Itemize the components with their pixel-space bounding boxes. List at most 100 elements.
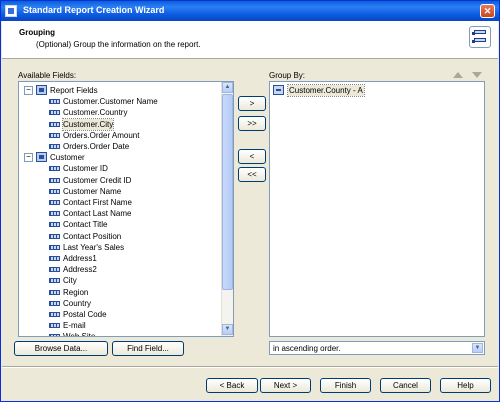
field-icon [49,211,60,217]
tree-item-label: E-mail [63,321,86,331]
tree-item-label: Postal Code [63,310,107,319]
field-icon [49,334,60,336]
tree-folder[interactable]: − Report Fields [19,85,221,96]
tree-field[interactable]: Address2 [19,264,221,275]
tree-item-label: Last Year's Sales [63,242,125,252]
field-icon [49,300,60,306]
tree-field[interactable]: E-mail [19,320,221,331]
cancel-button[interactable]: Cancel [380,378,431,393]
field-icon [49,323,60,329]
field-icon [49,312,60,317]
tree-item-label: Region [63,287,89,297]
help-button[interactable]: Help [440,378,491,393]
field-icon [49,244,60,250]
title-bar: Standard Report Creation Wizard ✕ [1,1,499,21]
tree-field[interactable]: Orders.Order Date [19,141,221,152]
tree-field[interactable]: City [19,275,221,286]
available-fields-label: Available Fields: [18,71,77,80]
grouping-icon [469,26,491,48]
sort-order-select[interactable]: in ascending order. ▼ [269,341,485,355]
tree-item-label: Orders.Order Date [63,142,130,151]
tree-field[interactable]: Contact Position [19,231,221,242]
tree-item-label: Web Site [63,332,96,337]
tree-field[interactable]: Country [19,298,221,309]
close-button[interactable]: ✕ [480,4,495,18]
footer-divider [2,366,498,368]
tree-item-label: Customer.Country [63,108,128,118]
browse-data-button[interactable]: Browse Data... [14,341,108,356]
move-down-icon[interactable] [472,72,482,78]
back-button[interactable]: < Back [206,378,258,393]
window-title: Standard Report Creation Wizard [23,5,165,15]
tree-field[interactable]: Orders.Order Amount [19,130,221,141]
tree-item-label: Contact Last Name [63,209,132,219]
tree-field[interactable]: Contact Last Name [19,208,221,219]
tree-field[interactable]: Customer Name [19,186,221,197]
tree-item-label: Address2 [63,265,97,275]
group-field-icon [273,85,284,95]
tree-field[interactable]: Region [19,287,221,298]
group-by-list[interactable]: Customer.County - A [269,81,485,337]
field-icon [49,110,60,116]
tree-field[interactable]: Customer.Country [19,107,221,118]
collapse-icon[interactable]: − [24,153,33,163]
field-icon [49,188,60,194]
tree-item-label: Customer.Customer Name [63,97,158,107]
tree-field[interactable]: Last Year's Sales [19,242,221,253]
tree-item-label: City [63,276,77,286]
tree-item-label: Customer [50,153,85,163]
tree-field[interactable]: Web Site [19,331,221,337]
group-by-label: Group By: [269,71,306,80]
tree-item-label: Country [63,298,92,308]
tree-field[interactable]: Contact Title [19,219,221,230]
app-icon [5,5,17,17]
tree-item-label: Address1 [63,254,97,263]
tree-field[interactable]: Customer ID [19,163,221,174]
wizard-window: Standard Report Creation Wizard ✕ Groupi… [0,0,500,402]
add-all-fields-button[interactable]: >> [238,116,266,131]
finish-button[interactable]: Finish [320,378,371,393]
tree-field[interactable]: Postal Code [19,309,221,320]
tree-item-label: Contact First Name [63,198,132,207]
scroll-down-icon[interactable]: ▼ [222,324,233,335]
tree-field[interactable]: Customer Credit ID [19,175,221,186]
collapse-icon[interactable]: − [24,86,33,95]
scroll-thumb[interactable] [222,94,233,290]
page-subtitle: (Optional) Group the information on the … [36,40,201,49]
field-icon [49,177,60,183]
tree-field[interactable]: Contact First Name [19,197,221,208]
table-icon [36,85,47,95]
field-icon [49,166,60,172]
tree-scrollbar[interactable]: ▲ ▼ [221,82,233,336]
field-icon [49,278,60,284]
field-icon [49,222,60,228]
tree-item-label: Contact Title [63,220,108,230]
tree-item-label: Orders.Order Amount [63,130,140,140]
remove-field-button[interactable]: < [238,149,266,164]
field-icon [49,233,60,239]
scroll-up-icon[interactable]: ▲ [222,82,233,93]
available-fields-tree[interactable]: − Report Fields Customer.Customer Name Cust… [18,81,234,337]
chevron-down-icon[interactable]: ▼ [472,343,483,353]
tree-item-label: Customer Credit ID [63,175,132,185]
move-up-icon[interactable] [453,72,463,78]
field-icon [49,144,60,149]
page-title: Grouping [19,28,55,37]
tree-folder[interactable]: − Customer [19,152,221,163]
add-field-button[interactable]: > [238,96,266,111]
tree-field[interactable]: Customer.City [19,117,221,131]
tree-item-label: Contact Position [63,231,122,241]
tree-item-label: Customer Name [63,186,122,196]
field-icon [49,99,60,105]
tree-field[interactable]: Customer.Customer Name [19,96,221,107]
tree-field[interactable]: Address1 [19,253,221,264]
field-icon [49,132,60,138]
tree-item-label: Customer ID [63,164,108,174]
group-item-label: Customer.County - A [287,84,365,97]
next-button[interactable]: Next > [260,378,311,393]
remove-all-fields-button[interactable]: << [238,167,266,182]
field-icon [49,289,60,295]
tree-item-label: Customer.City [61,117,115,131]
find-field-button[interactable]: Find Field... [112,341,184,356]
wizard-header: Grouping (Optional) Group the informatio… [2,21,498,59]
